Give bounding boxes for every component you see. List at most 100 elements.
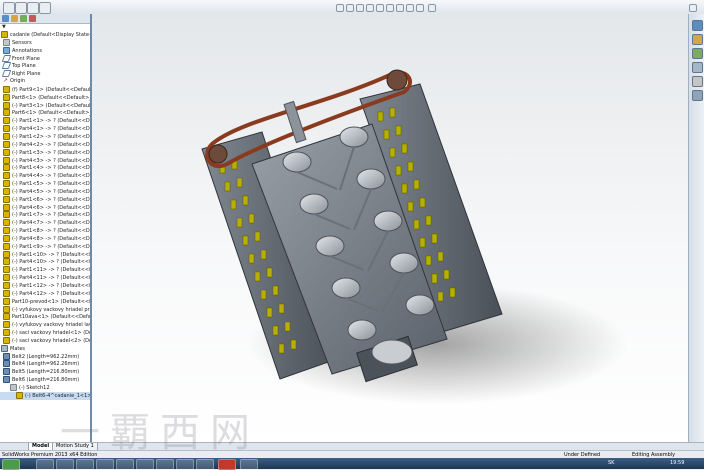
tree-item[interactable]: Part10-prevod<1> (Default<<De <box>0 297 90 306</box>
tree-item[interactable]: (-) Part1<5> -> ? (Default<<Defa <box>0 180 90 188</box>
tree-item[interactable]: (-) Belt6-4^cadanie_1<1> -> <box>0 391 90 400</box>
belt-icon <box>3 368 10 376</box>
taskbar-app-icon[interactable] <box>36 459 54 470</box>
tree-item[interactable]: (-) Part1<1> -> ? (Default<<Defa <box>0 117 90 125</box>
tree-item[interactable]: (-) saci vackovy hriadel<2> (Def <box>0 336 90 345</box>
tree-item[interactable]: (-) Part4<2> -> ? (Default<<Defa <box>0 140 90 149</box>
taskbar-app-icon[interactable] <box>136 459 154 470</box>
tree-item[interactable]: Belt6 (Length=216.80mm) <box>0 376 90 384</box>
tree-item[interactable]: (-) Part4<12> -> ? (Default<<Def <box>0 289 90 298</box>
tree-item[interactable]: (-) Part3<1> (Default<<Default>_D <box>0 101 90 110</box>
tree-item[interactable]: Belt4 (Length=962.26mm) <box>0 360 90 368</box>
section-view-icon[interactable] <box>366 4 374 12</box>
taskbar-app-icon[interactable] <box>96 459 114 470</box>
view-palette-icon[interactable] <box>692 62 703 73</box>
tree-item[interactable]: Part10ava<1> (Default<<Default <box>0 313 90 321</box>
view-settings-icon[interactable] <box>406 4 414 12</box>
render-icon[interactable] <box>416 4 424 12</box>
tree-item[interactable]: (-) Part4<10> -> ? (Default<<Def <box>0 258 90 266</box>
filter-icon[interactable]: ▼ <box>2 24 6 30</box>
tree-item[interactable]: Front Plane <box>0 54 90 63</box>
engine-model[interactable] <box>92 14 688 442</box>
part-icon <box>3 305 10 313</box>
part-icon <box>3 297 10 305</box>
tree-item[interactable]: Belt2 (Length=962.22mm) <box>0 352 90 361</box>
taskbar-app-icon[interactable] <box>196 459 214 470</box>
display-style-icon[interactable] <box>356 4 364 12</box>
tree-item[interactable]: Mates <box>0 344 90 353</box>
tree-item[interactable]: Sensors <box>0 38 90 47</box>
clock[interactable]: 19:59 <box>670 460 684 466</box>
tree-item[interactable]: (-) vyfukovy vackovy hriadel pra <box>0 305 90 314</box>
tree-item[interactable]: (-) Part1<10> -> ? (Default<<Def <box>0 250 90 259</box>
tree-item-label: Front Plane <box>12 55 40 62</box>
tree-item[interactable]: (-) Part1<12> -> ? (Default<<Def <box>0 282 90 290</box>
tree-item[interactable]: (-) Part4<7> -> ? (Default<<Defa <box>0 219 90 227</box>
tree-item[interactable]: (-) Sketch12 <box>0 383 90 392</box>
tree-item-label: (-) Part4<1> -> ? (Default<<Defa <box>12 126 90 133</box>
solidworks-resources-icon[interactable] <box>692 20 703 31</box>
design-library-icon[interactable] <box>692 34 703 45</box>
print-icon[interactable] <box>39 2 51 14</box>
tree-item[interactable]: Part6<1> (Default<<Default>_D <box>0 109 90 117</box>
taskbar-app-icon[interactable] <box>76 459 94 470</box>
taskbar-app-icon[interactable] <box>116 459 134 470</box>
zoom-icon[interactable] <box>336 4 344 12</box>
minimize-icon[interactable] <box>689 4 697 12</box>
tree-item[interactable]: (-) Part4<1> -> ? (Default<<Defa <box>0 125 90 133</box>
appearance-icon[interactable] <box>386 4 394 12</box>
taskbar-app-icon[interactable] <box>176 459 194 470</box>
tree-item[interactable]: (-) Part1<4> -> ? (Default<<Defa <box>0 164 90 172</box>
cam-pulley-left[interactable] <box>208 144 228 164</box>
tree-item[interactable]: (-) Part1<7> -> ? (Default<<Defa <box>0 211 90 219</box>
tree-item[interactable]: (-) Part1<9> -> ? (Default<<Defa <box>0 242 90 251</box>
tree-item[interactable]: (-) Part1<3> -> ? (Default<<Defa <box>0 148 90 157</box>
taskbar-app-icon[interactable] <box>156 459 174 470</box>
tree-item[interactable]: (-) saci vackovy hriadel<1> (Def <box>0 329 90 337</box>
language-indicator[interactable]: SK <box>608 460 614 466</box>
start-button-icon[interactable] <box>2 459 20 470</box>
taskbar-app-icon[interactable] <box>56 459 74 470</box>
save-icon[interactable] <box>27 2 39 14</box>
hide-show-icon[interactable] <box>376 4 384 12</box>
flywheel[interactable] <box>371 339 413 365</box>
dimxpert-tab-icon[interactable] <box>29 15 36 22</box>
cam-pulley-right[interactable] <box>386 69 408 91</box>
open-icon[interactable] <box>15 2 27 14</box>
tree-item[interactable]: (-) Part4<8> -> ? (Default<<Defa <box>0 234 90 243</box>
tree-filter[interactable]: ▼ <box>0 24 90 31</box>
tree-item[interactable]: ↗ Origin <box>0 78 90 86</box>
custom-properties-icon[interactable] <box>692 90 703 101</box>
tree-item[interactable]: (-) Part1<8> -> ? (Default<<Defa <box>0 227 90 235</box>
tree-item[interactable]: Top Plane <box>0 62 90 70</box>
tree-item[interactable]: Belt5 (Length=216.80mm) <box>0 368 90 376</box>
tree-item[interactable]: (-) Part4<6> -> ? (Default<<Defa <box>0 203 90 212</box>
graphics-area[interactable] <box>92 14 688 442</box>
tree-item[interactable]: cadanie (Default<Display State-1>) <box>0 31 90 39</box>
file-explorer-icon[interactable] <box>692 48 703 59</box>
solidworks-taskbar-icon[interactable] <box>218 459 236 470</box>
tree-item[interactable]: (-) Part1<2> -> ? (Default<<Defa <box>0 132 90 141</box>
part-icon <box>3 329 10 337</box>
scene-icon[interactable] <box>396 4 404 12</box>
tree-item[interactable]: (-) Part4<5> -> ? (Default<<Defa <box>0 187 90 196</box>
taskbar-app-icon[interactable] <box>240 459 258 470</box>
tree-item[interactable]: (f) Part9<1> (Default<<Default>_D <box>0 85 90 94</box>
featuremanager-tab-icon[interactable] <box>2 15 9 22</box>
new-icon[interactable] <box>3 2 15 14</box>
view-orientation-icon[interactable] <box>346 4 354 12</box>
tree-item[interactable]: (-) Part4<4> -> ? (Default<<Defa <box>0 172 90 180</box>
tree-item[interactable]: (-) Part4<3> -> ? (Default<<Defa <box>0 156 90 165</box>
tree-item[interactable]: (-) vyfukovy vackovy hriadel lav <box>0 321 90 329</box>
configurationmanager-tab-icon[interactable] <box>20 15 27 22</box>
tree-item[interactable]: (-) Part4<11> -> ? (Default<<Def <box>0 274 90 282</box>
tree-item[interactable]: (-) Part1<6> -> ? (Default<<Defa <box>0 195 90 204</box>
tree-item[interactable]: (-) Part1<11> -> ? (Default<<Def <box>0 266 90 274</box>
appearances-icon[interactable] <box>692 76 703 87</box>
tree-item[interactable]: Annotations <box>0 46 90 55</box>
tree-item[interactable]: Right Plane <box>0 70 90 78</box>
display-pane-icon[interactable] <box>428 4 436 12</box>
tree-item-label: Origin <box>10 78 26 85</box>
propertymanager-tab-icon[interactable] <box>11 15 18 22</box>
tree-item[interactable]: Part8<1> (Default<<Default>_D <box>0 93 90 102</box>
